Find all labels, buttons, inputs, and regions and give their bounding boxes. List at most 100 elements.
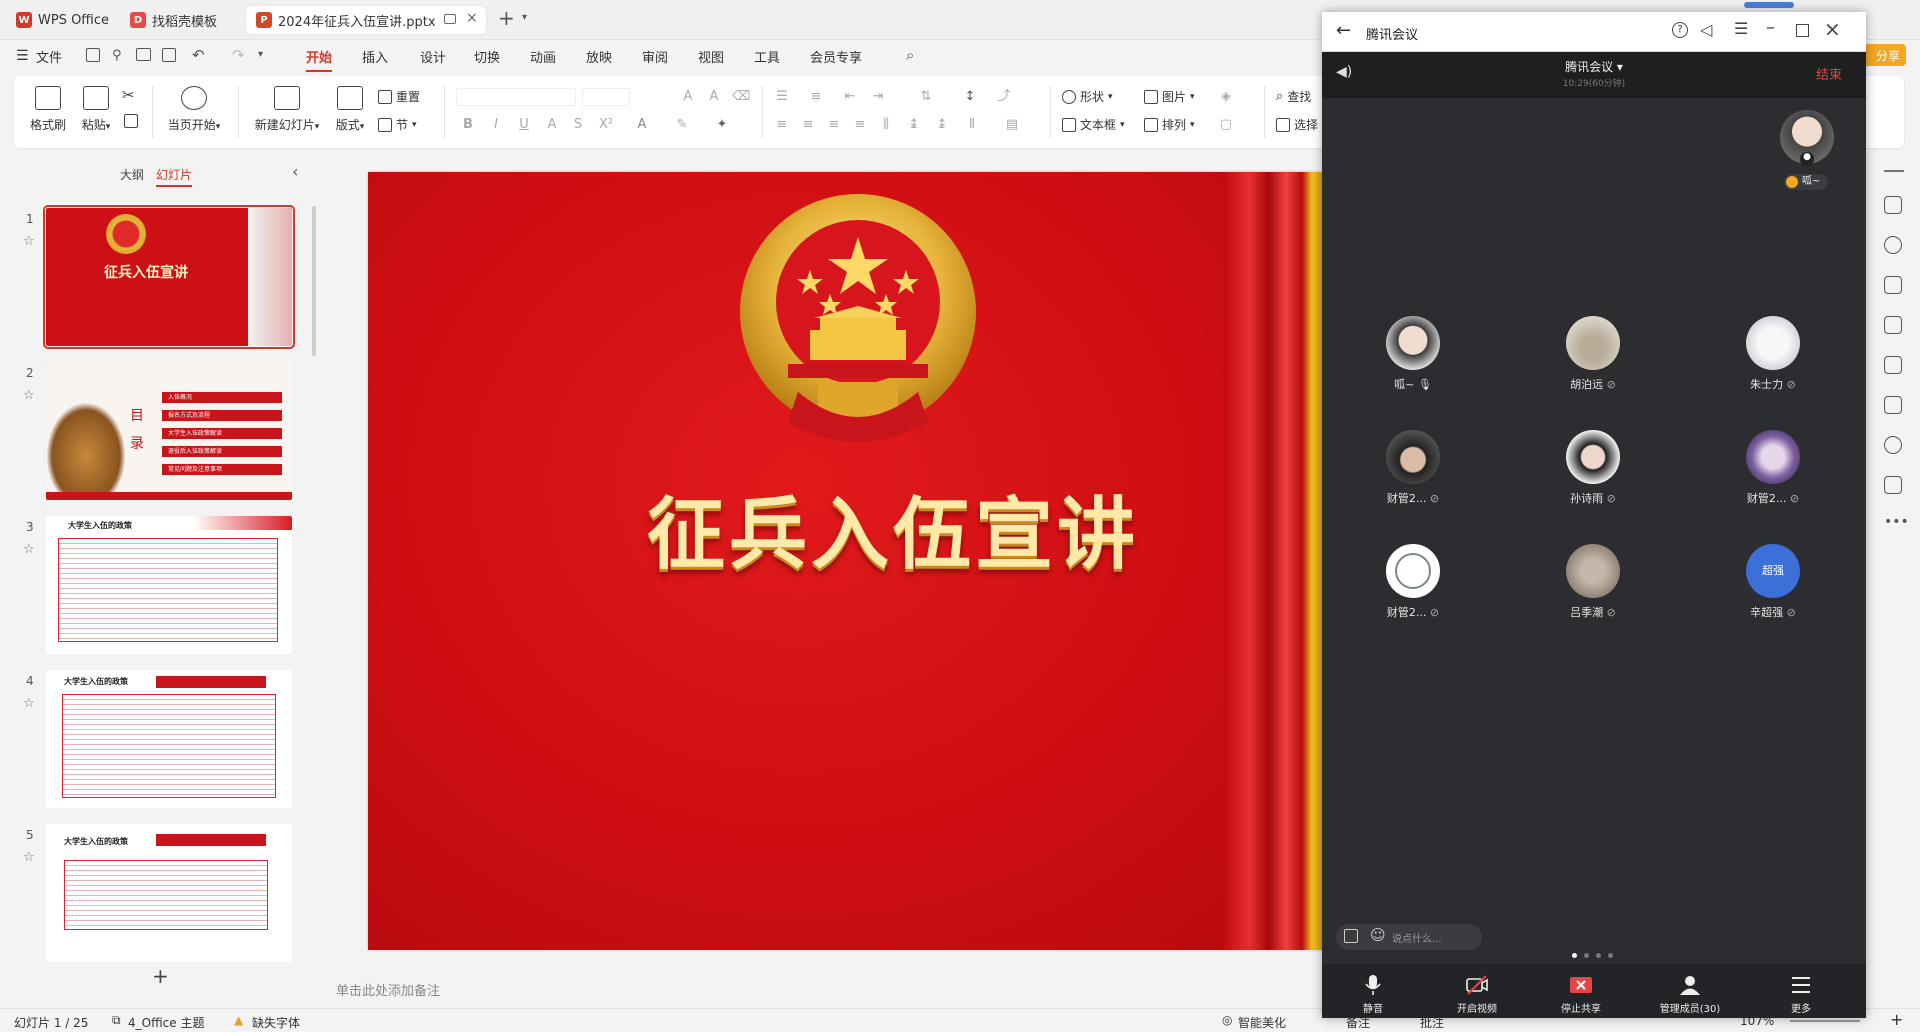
participant-avatar[interactable]	[1566, 316, 1620, 370]
copy-icon[interactable]	[1884, 276, 1902, 294]
align-center-icon[interactable]: ≡	[800, 118, 816, 132]
slide-thumbnail-2[interactable]: 目录 入伍概况 报名方式及流程 大学生入伍政策解读 退役后入伍政策解读 常见问题…	[46, 362, 292, 500]
highlight-icon[interactable]: ✎	[674, 118, 690, 132]
text-box-align-icon[interactable]: ▤	[1004, 118, 1020, 132]
slide-canvas[interactable]: 征兵入伍宣讲	[368, 172, 1324, 950]
help-icon[interactable]: ?	[1672, 22, 1688, 38]
select-button[interactable]: 选择	[1276, 116, 1318, 133]
find-button[interactable]: ⌕ 查找	[1276, 88, 1311, 105]
maximize-icon[interactable]	[1796, 24, 1809, 37]
play-from-current-button[interactable]: 当页开始▾	[164, 86, 224, 133]
menu-insert[interactable]: 插入	[362, 47, 388, 66]
smart-beautify-button[interactable]: 智能美化	[1238, 1014, 1286, 1031]
participant-avatar[interactable]	[1566, 544, 1620, 598]
menu-transition[interactable]: 切换	[474, 47, 500, 66]
participant-avatar[interactable]	[1386, 430, 1440, 484]
align-left-icon[interactable]: ≡	[774, 118, 790, 132]
theme-name[interactable]: 4_Office 主题	[128, 1014, 204, 1031]
menu-view[interactable]: 视图	[698, 47, 724, 66]
shape-button[interactable]: 形状 ▾	[1062, 88, 1113, 105]
back-arrow-icon[interactable]: ←	[1336, 20, 1351, 41]
minimize-icon[interactable]: –	[1766, 17, 1775, 38]
arrange-button[interactable]: 排列 ▾	[1144, 116, 1195, 133]
slide-thumbnail-4[interactable]: 大学生入伍的政策	[46, 670, 292, 808]
menu-home[interactable]: 开始	[306, 47, 333, 72]
print-preview-icon[interactable]	[162, 48, 176, 62]
property-icon[interactable]	[1884, 196, 1902, 214]
end-meeting-button[interactable]: 结束	[1816, 64, 1842, 83]
strikethrough-icon[interactable]: A	[544, 118, 560, 132]
missing-font-button[interactable]: 缺失字体	[252, 1014, 300, 1031]
font-size-select[interactable]	[582, 88, 630, 106]
clear-format-icon[interactable]: ⌫	[732, 90, 750, 104]
new-tab-icon[interactable]: +	[498, 6, 515, 30]
chart-icon[interactable]	[1884, 316, 1902, 334]
more-button[interactable]: 更多	[1766, 974, 1836, 1015]
star-icon[interactable]: ☆	[23, 696, 35, 711]
book-icon[interactable]	[1884, 396, 1902, 414]
star-icon[interactable]: ☆	[23, 542, 35, 557]
mute-button[interactable]: 静音	[1338, 974, 1408, 1015]
superscript-icon[interactable]: X²	[598, 118, 614, 132]
slide-title[interactable]: 征兵入伍宣讲	[368, 472, 1324, 584]
underline-icon[interactable]: U	[516, 118, 532, 132]
settings-icon[interactable]	[1884, 476, 1902, 494]
screen-icon[interactable]	[444, 14, 456, 24]
star-icon[interactable]	[1884, 236, 1902, 254]
start-video-button[interactable]: 开启视频	[1442, 974, 1512, 1015]
save-icon[interactable]	[86, 48, 100, 62]
shadow-text-icon[interactable]: S	[570, 118, 586, 132]
add-slide-icon[interactable]: +	[152, 964, 169, 988]
layout-button[interactable]: 版式▾	[332, 86, 368, 133]
fill-icon[interactable]: ◈	[1218, 90, 1234, 104]
increase-indent-icon[interactable]: ⇥	[870, 90, 886, 104]
textbox-button[interactable]: 文本框 ▾	[1062, 116, 1125, 133]
distribute-icon[interactable]: ⫼	[878, 118, 894, 132]
participant-avatar[interactable]	[1746, 430, 1800, 484]
emoji-icon[interactable]: ☺	[1370, 926, 1386, 944]
panel-scrollbar[interactable]	[312, 206, 316, 356]
redo-icon[interactable]: ↷	[232, 46, 245, 64]
paste-button[interactable]: 粘贴▾	[76, 86, 116, 133]
meeting-name[interactable]: 腾讯会议 ▾	[1322, 58, 1866, 75]
participant-avatar[interactable]	[1386, 316, 1440, 370]
format-painter-button[interactable]: 格式刷	[28, 86, 68, 133]
notes-placeholder[interactable]: 单击此处添加备注	[336, 980, 440, 999]
hamburger-icon[interactable]: ☰	[16, 48, 29, 64]
justify-icon[interactable]: ≡	[852, 118, 868, 132]
sort-icon[interactable]: ↕	[962, 90, 978, 104]
participant-avatar[interactable]	[1566, 430, 1620, 484]
increase-font-icon[interactable]: A	[680, 90, 696, 104]
tab-outline[interactable]: 大纲	[120, 166, 144, 183]
text-effect-icon[interactable]: ✦	[714, 118, 730, 132]
menu-review[interactable]: 审阅	[642, 47, 668, 66]
menu-animation[interactable]: 动画	[530, 47, 556, 66]
convert-icon[interactable]: ⤴	[996, 90, 1012, 104]
new-slide-button[interactable]: 新建幻灯片▾	[250, 86, 324, 133]
bold-icon[interactable]: B	[460, 118, 476, 132]
chat-icon[interactable]	[1344, 929, 1358, 943]
speaker-icon[interactable]: ◁	[1700, 20, 1712, 39]
menu-tools[interactable]: 工具	[754, 47, 780, 66]
decrease-font-icon[interactable]: A	[706, 90, 722, 104]
font-color-icon[interactable]: A	[634, 118, 650, 132]
para-spacing-icon[interactable]: ↨	[934, 118, 950, 132]
tab-docer-templates[interactable]: D 找稻壳模板	[120, 6, 227, 34]
tab-slides[interactable]: 幻灯片	[156, 166, 193, 187]
menu-icon[interactable]: ☰	[1734, 19, 1748, 38]
menu-slideshow[interactable]: 放映	[586, 47, 612, 66]
tab-pptx-document[interactable]: P 2024年征兵入伍宣讲.pptx ×	[246, 6, 486, 34]
search-icon[interactable]: ⌕	[906, 46, 914, 64]
slide-thumbnail-1[interactable]: 征兵入伍宣讲	[43, 205, 295, 349]
decrease-indent-icon[interactable]: ⇤	[842, 90, 858, 104]
star-icon[interactable]: ☆	[23, 388, 35, 403]
text-direction-icon[interactable]: ⇅	[918, 90, 934, 104]
close-icon[interactable]: ×	[1824, 17, 1841, 41]
stop-share-button[interactable]: 停止共享	[1546, 974, 1616, 1015]
columns-icon[interactable]: ⫴	[964, 118, 980, 132]
star-icon[interactable]: ☆	[23, 850, 35, 865]
undo-icon[interactable]: ↶	[192, 46, 205, 64]
slide-thumbnail-5[interactable]: 大学生入伍的政策	[46, 824, 292, 962]
page-indicator[interactable]	[1572, 953, 1616, 959]
participant-avatar[interactable]	[1386, 544, 1440, 598]
